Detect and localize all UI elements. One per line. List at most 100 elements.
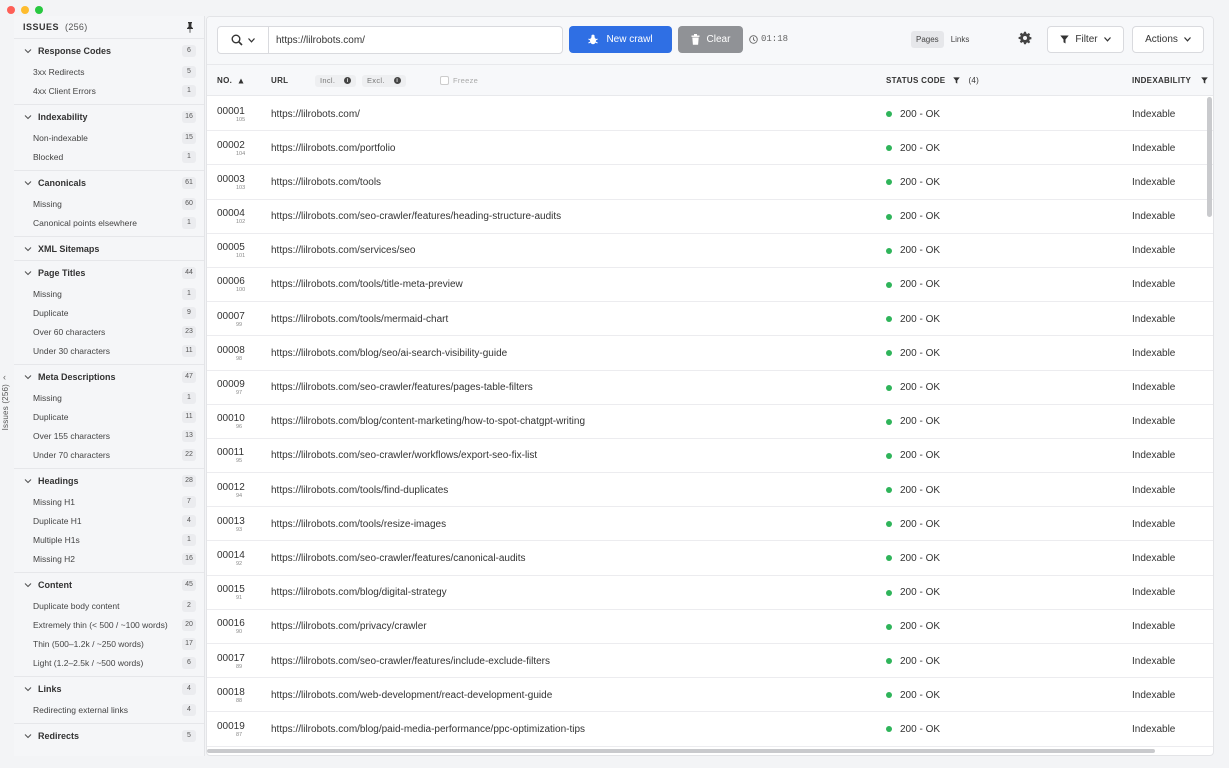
tab-links[interactable]: Links (946, 31, 975, 48)
new-crawl-button[interactable]: New crawl (569, 26, 672, 53)
search-mode-button[interactable] (218, 27, 269, 53)
funnel-icon[interactable] (953, 77, 961, 84)
table-row[interactable]: 00016 90 https://lilrobots.com/privacy/cra… (207, 610, 1213, 644)
issue-item[interactable]: Duplicate 11 (14, 407, 204, 426)
url-cell[interactable]: https://lilrobots.com/ (271, 97, 360, 131)
issue-item[interactable]: Duplicate 9 (14, 303, 204, 322)
exclude-filter[interactable]: Excl. i (362, 65, 406, 96)
issue-group-header[interactable]: Indexability 16 (14, 105, 204, 128)
gear-icon[interactable] (1018, 31, 1032, 45)
issue-group-header[interactable]: Response Codes 6 (14, 39, 204, 62)
column-status-code[interactable]: STATUS CODE (4) (886, 65, 979, 96)
close-window-button[interactable] (7, 6, 15, 14)
freeze-toggle[interactable]: Freeze (440, 65, 478, 96)
collapsed-issues-rail[interactable]: ‹ Issues (256) (0, 18, 14, 768)
filter-button[interactable]: Filter (1047, 26, 1124, 53)
issue-item[interactable]: Redirecting external links 4 (14, 700, 204, 719)
table-row[interactable]: 00004 102 https://lilrobots.com/seo-crawle… (207, 200, 1213, 234)
url-cell[interactable]: https://lilrobots.com/blog/content-marke… (271, 405, 585, 439)
issue-item[interactable]: Missing 1 (14, 388, 204, 407)
url-cell[interactable]: https://lilrobots.com/tools (271, 165, 381, 199)
issue-item[interactable]: Missing H2 16 (14, 549, 204, 568)
issue-group-header[interactable]: Content 45 (14, 573, 204, 596)
table-row[interactable]: 00014 92 https://lilrobots.com/seo-crawler… (207, 541, 1213, 576)
vertical-scrollbar[interactable] (1207, 97, 1212, 217)
url-cell[interactable]: https://lilrobots.com/seo-crawler/featur… (271, 644, 550, 678)
table-row[interactable]: 00018 88 https://lilrobots.com/web-develop… (207, 678, 1213, 713)
table-row[interactable]: 00003 103 https://lilrobots.com/tools 200 -… (207, 165, 1213, 200)
issue-group-header[interactable]: Meta Descriptions 47 (14, 365, 204, 388)
table-row[interactable]: 00019 87 https://lilrobots.com/blog/paid-m… (207, 712, 1213, 747)
issue-item[interactable]: Missing H1 7 (14, 492, 204, 511)
url-cell[interactable]: https://lilrobots.com/tools/title-meta-p… (271, 268, 463, 302)
column-no[interactable]: NO. (217, 65, 244, 96)
pin-icon[interactable] (185, 21, 195, 33)
url-cell[interactable]: https://lilrobots.com/blog/paid-media-pe… (271, 712, 585, 746)
actions-button[interactable]: Actions (1132, 26, 1204, 53)
table-row[interactable]: 00011 95 https://lilrobots.com/seo-crawler… (207, 439, 1213, 474)
url-cell[interactable]: https://lilrobots.com/tools/find-duplica… (271, 473, 448, 507)
issue-group-header[interactable]: Redirects 5 (14, 724, 204, 747)
issue-item[interactable]: Non-indexable 15 (14, 128, 204, 147)
issue-item[interactable]: Under 30 characters 11 (14, 341, 204, 360)
issue-item[interactable]: 4xx Client Errors 1 (14, 81, 204, 100)
url-cell[interactable]: https://lilrobots.com/tools/mermaid-char… (271, 302, 448, 336)
table-row[interactable]: 00017 89 https://lilrobots.com/seo-crawler… (207, 644, 1213, 679)
issue-item[interactable]: Canonical points elsewhere 1 (14, 213, 204, 232)
table-row[interactable]: 00013 93 https://lilrobots.com/tools/resiz… (207, 507, 1213, 542)
url-cell[interactable]: https://lilrobots.com/seo-crawler/workfl… (271, 439, 537, 473)
issue-item[interactable]: Thin (500–1.2k / ~250 words) 17 (14, 634, 204, 653)
url-cell[interactable]: https://lilrobots.com/services/seo (271, 234, 416, 268)
issue-item[interactable]: Over 155 characters 13 (14, 426, 204, 445)
url-cell[interactable]: https://lilrobots.com/web-development/re… (271, 678, 552, 712)
issue-item[interactable]: 3xx Redirects 5 (14, 62, 204, 81)
table-row[interactable]: 00010 96 https://lilrobots.com/blog/conten… (207, 405, 1213, 439)
url-input[interactable] (269, 27, 562, 53)
zoom-window-button[interactable] (35, 6, 43, 14)
url-cell[interactable]: https://lilrobots.com/blog/digital-strat… (271, 576, 447, 610)
url-cell[interactable]: https://lilrobots.com/seo-crawler/featur… (271, 541, 526, 575)
horizontal-scrollbar[interactable] (207, 749, 1155, 753)
exclude-chip[interactable]: Excl. i (362, 74, 406, 87)
funnel-icon[interactable] (1201, 77, 1208, 84)
issue-group-header[interactable]: Links 4 (14, 677, 204, 700)
url-cell[interactable]: https://lilrobots.com/blog/seo/ai-search… (271, 336, 507, 370)
table-row[interactable]: 00009 97 https://lilrobots.com/seo-crawler… (207, 371, 1213, 405)
issue-item[interactable]: Blocked 1 (14, 147, 204, 166)
issue-item[interactable]: Duplicate body content 2 (14, 596, 204, 615)
issue-item[interactable]: Missing 60 (14, 194, 204, 213)
chevron-left-icon[interactable]: ‹ (3, 372, 6, 382)
table-row[interactable]: 00015 91 https://lilrobots.com/blog/digita… (207, 576, 1213, 610)
issue-item[interactable]: Under 70 characters 22 (14, 445, 204, 464)
table-row[interactable]: 00002 104 https://lilrobots.com/portfolio 2… (207, 131, 1213, 166)
include-chip[interactable]: Incl. i (315, 74, 357, 87)
tab-pages[interactable]: Pages (911, 31, 944, 48)
issue-item[interactable]: Over 60 characters 23 (14, 322, 204, 341)
table-row[interactable]: 00012 94 https://lilrobots.com/tools/find-… (207, 473, 1213, 508)
table-row[interactable]: 00007 99 https://lilrobots.com/tools/merma… (207, 302, 1213, 337)
url-cell[interactable]: https://lilrobots.com/seo-crawler/featur… (271, 200, 561, 234)
clear-button[interactable]: Clear (678, 26, 743, 53)
issue-group-header[interactable]: Canonicals 61 (14, 171, 204, 194)
table-row[interactable]: 00006 100 https://lilrobots.com/tools/titl… (207, 268, 1213, 303)
table-row[interactable]: 00005 101 https://lilrobots.com/services/s… (207, 234, 1213, 268)
table-row[interactable]: 00008 98 https://lilrobots.com/blog/seo/ai… (207, 336, 1213, 371)
issue-group-header[interactable]: Page Titles 44 (14, 261, 204, 284)
url-cell[interactable]: https://lilrobots.com/tools/resize-image… (271, 507, 446, 541)
issue-item[interactable]: Light (1.2–2.5k / ~500 words) 6 (14, 653, 204, 672)
issue-item[interactable]: Duplicate H1 4 (14, 511, 204, 530)
url-cell[interactable]: https://lilrobots.com/privacy/crawler (271, 610, 427, 644)
issue-item[interactable]: Multiple H1s 1 (14, 530, 204, 549)
url-cell[interactable]: https://lilrobots.com/portfolio (271, 131, 396, 165)
table-row[interactable]: 00001 105 https://lilrobots.com/200 - OK In… (207, 97, 1213, 132)
issue-item[interactable]: Extremely thin (< 500 / ~100 words) 20 (14, 615, 204, 634)
url-cell[interactable]: https://lilrobots.com/seo-crawler/featur… (271, 371, 533, 405)
freeze-checkbox[interactable] (440, 76, 449, 85)
column-indexability[interactable]: INDEXABILITY (1132, 65, 1208, 96)
issue-group-header[interactable]: Headings 28 (14, 469, 204, 492)
minimize-window-button[interactable] (21, 6, 29, 14)
issue-group-header[interactable]: XML Sitemaps (14, 237, 204, 260)
include-filter[interactable]: Incl. i (315, 65, 357, 96)
column-url[interactable]: URL (271, 65, 288, 96)
issue-item[interactable]: Missing 1 (14, 284, 204, 303)
